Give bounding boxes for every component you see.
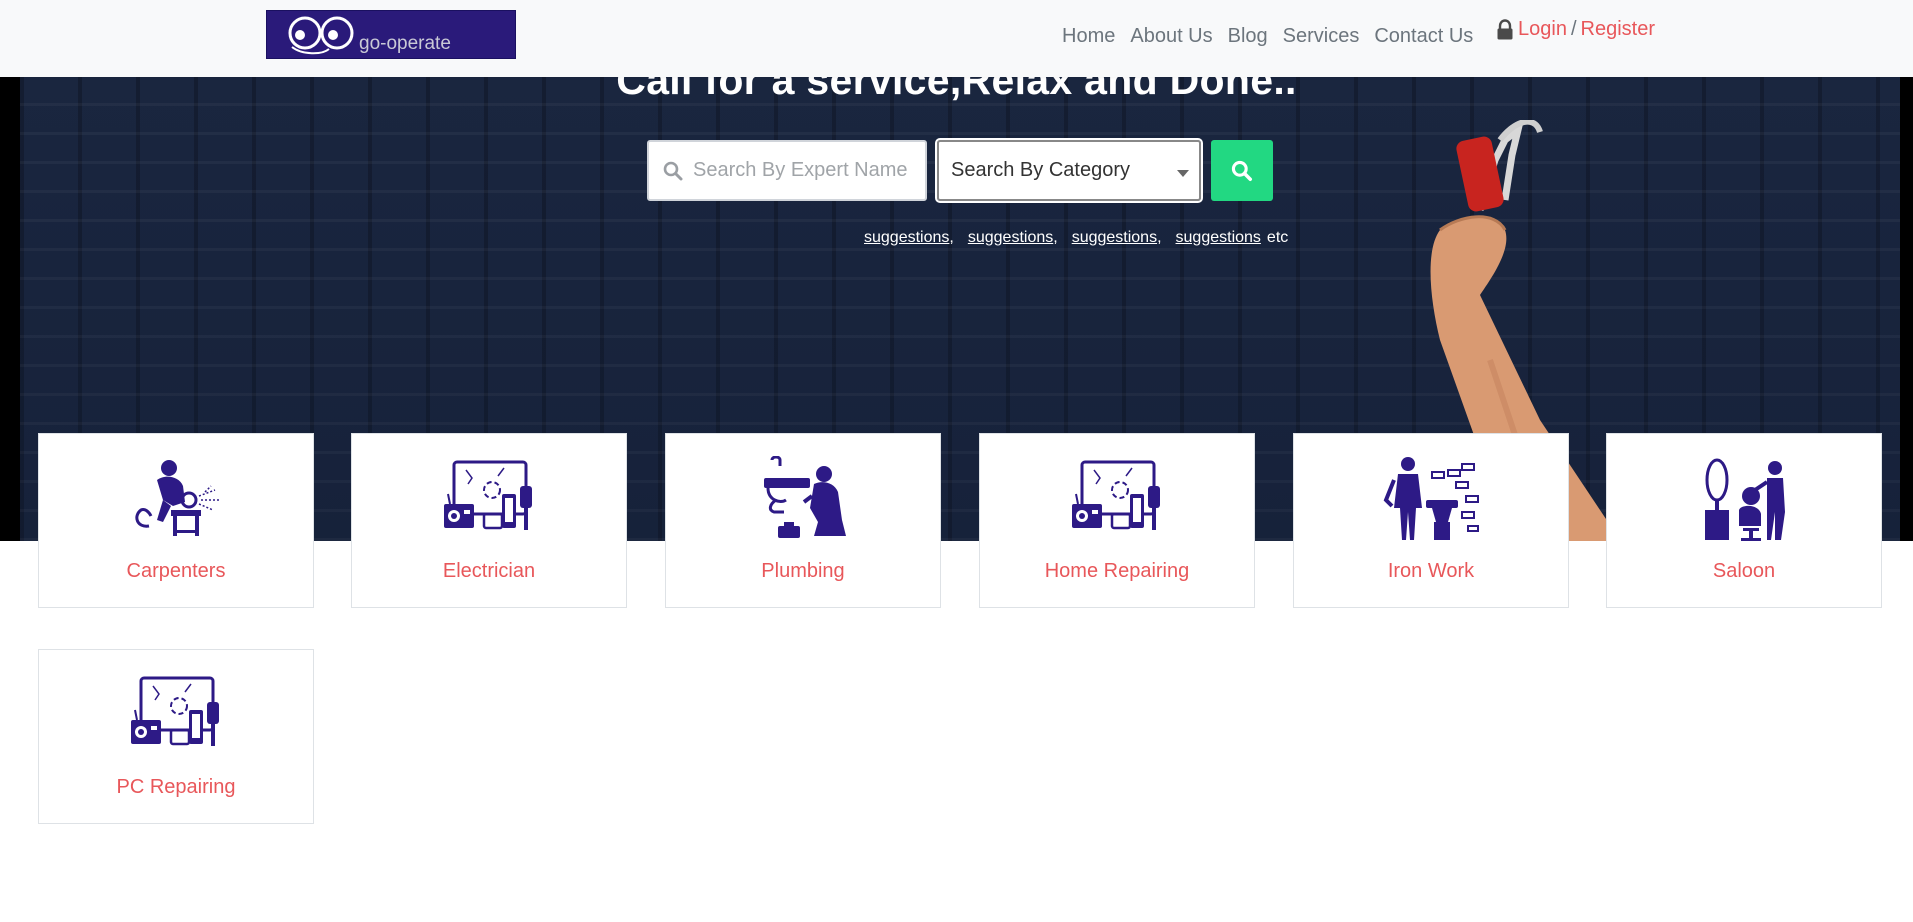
blacksmith-icon [1383, 457, 1479, 540]
suggestion-separator: , [1053, 229, 1058, 246]
expert-search-input[interactable] [693, 159, 913, 182]
category-select-value: Search By Category [951, 159, 1130, 181]
electronics-icon [444, 460, 532, 530]
nav-services[interactable]: Services [1283, 22, 1369, 51]
search-icon [663, 161, 683, 180]
suggestion-link[interactable]: suggestions [1072, 229, 1157, 247]
page: Call for a service,Relax and Done.. Sear… [0, 0, 1913, 922]
category-label: Home Repairing [1044, 560, 1190, 582]
welder-icon [135, 460, 219, 536]
suggestion-link[interactable]: suggestions [968, 229, 1053, 247]
category-select[interactable]: Search By Category [935, 138, 1203, 203]
category-card-pc-repairing[interactable]: PC Repairing [38, 649, 314, 824]
auth-links: Login / Register [1496, 18, 1655, 41]
nav-about-us[interactable]: About Us [1130, 22, 1221, 51]
logo-text: go-operate [359, 33, 451, 54]
login-link[interactable]: Login [1518, 18, 1567, 41]
category-card-home-repairing[interactable]: Home Repairing [979, 433, 1255, 608]
brand-logo[interactable]: go-operate [266, 10, 516, 59]
category-card-carpenters[interactable]: Carpenters [38, 433, 314, 608]
nav-contact-us[interactable]: Contact Us [1374, 22, 1482, 51]
auth-separator: / [1570, 18, 1577, 40]
electronics-icon [1072, 460, 1160, 530]
nav-blog[interactable]: Blog [1228, 22, 1277, 51]
category-card-iron-work[interactable]: Iron Work [1293, 433, 1569, 608]
category-label: Iron Work [1387, 560, 1475, 582]
barber-icon [1705, 458, 1785, 541]
lock-icon [1497, 18, 1513, 39]
category-label: Carpenters [126, 560, 226, 582]
logo-graphic: go-operate [267, 11, 515, 58]
category-card-saloon[interactable]: Saloon [1606, 433, 1882, 608]
plumber-icon [764, 456, 846, 538]
category-label: PC Repairing [116, 776, 236, 798]
suggestion-link[interactable]: suggestions [864, 229, 949, 247]
top-navbar: go-operate Home About Us Blog Services C… [0, 0, 1913, 77]
search-bar: Search By Category [647, 138, 1273, 203]
category-label: Saloon [1712, 560, 1776, 582]
search-icon [1231, 160, 1253, 181]
suggestions-suffix: etc [1266, 229, 1289, 246]
nav-home[interactable]: Home [1062, 22, 1124, 51]
main-navigation: Home About Us Blog Services Contact Us [1062, 22, 1488, 51]
chevron-down-icon [1177, 170, 1189, 177]
register-link[interactable]: Register [1581, 18, 1655, 41]
search-button[interactable] [1211, 140, 1273, 201]
suggestion-link[interactable]: suggestions [1176, 229, 1261, 247]
category-label: Electrician [442, 560, 536, 582]
expert-search-field[interactable] [647, 140, 927, 201]
suggestion-separator: , [1157, 229, 1162, 246]
suggestions-row: suggestions, suggestions, suggestions, s… [864, 229, 1288, 247]
category-card-plumbing[interactable]: Plumbing [665, 433, 941, 608]
category-label: Plumbing [761, 560, 845, 582]
category-card-electrician[interactable]: Electrician [351, 433, 627, 608]
suggestion-separator: , [949, 229, 954, 246]
electronics-icon [131, 676, 219, 746]
